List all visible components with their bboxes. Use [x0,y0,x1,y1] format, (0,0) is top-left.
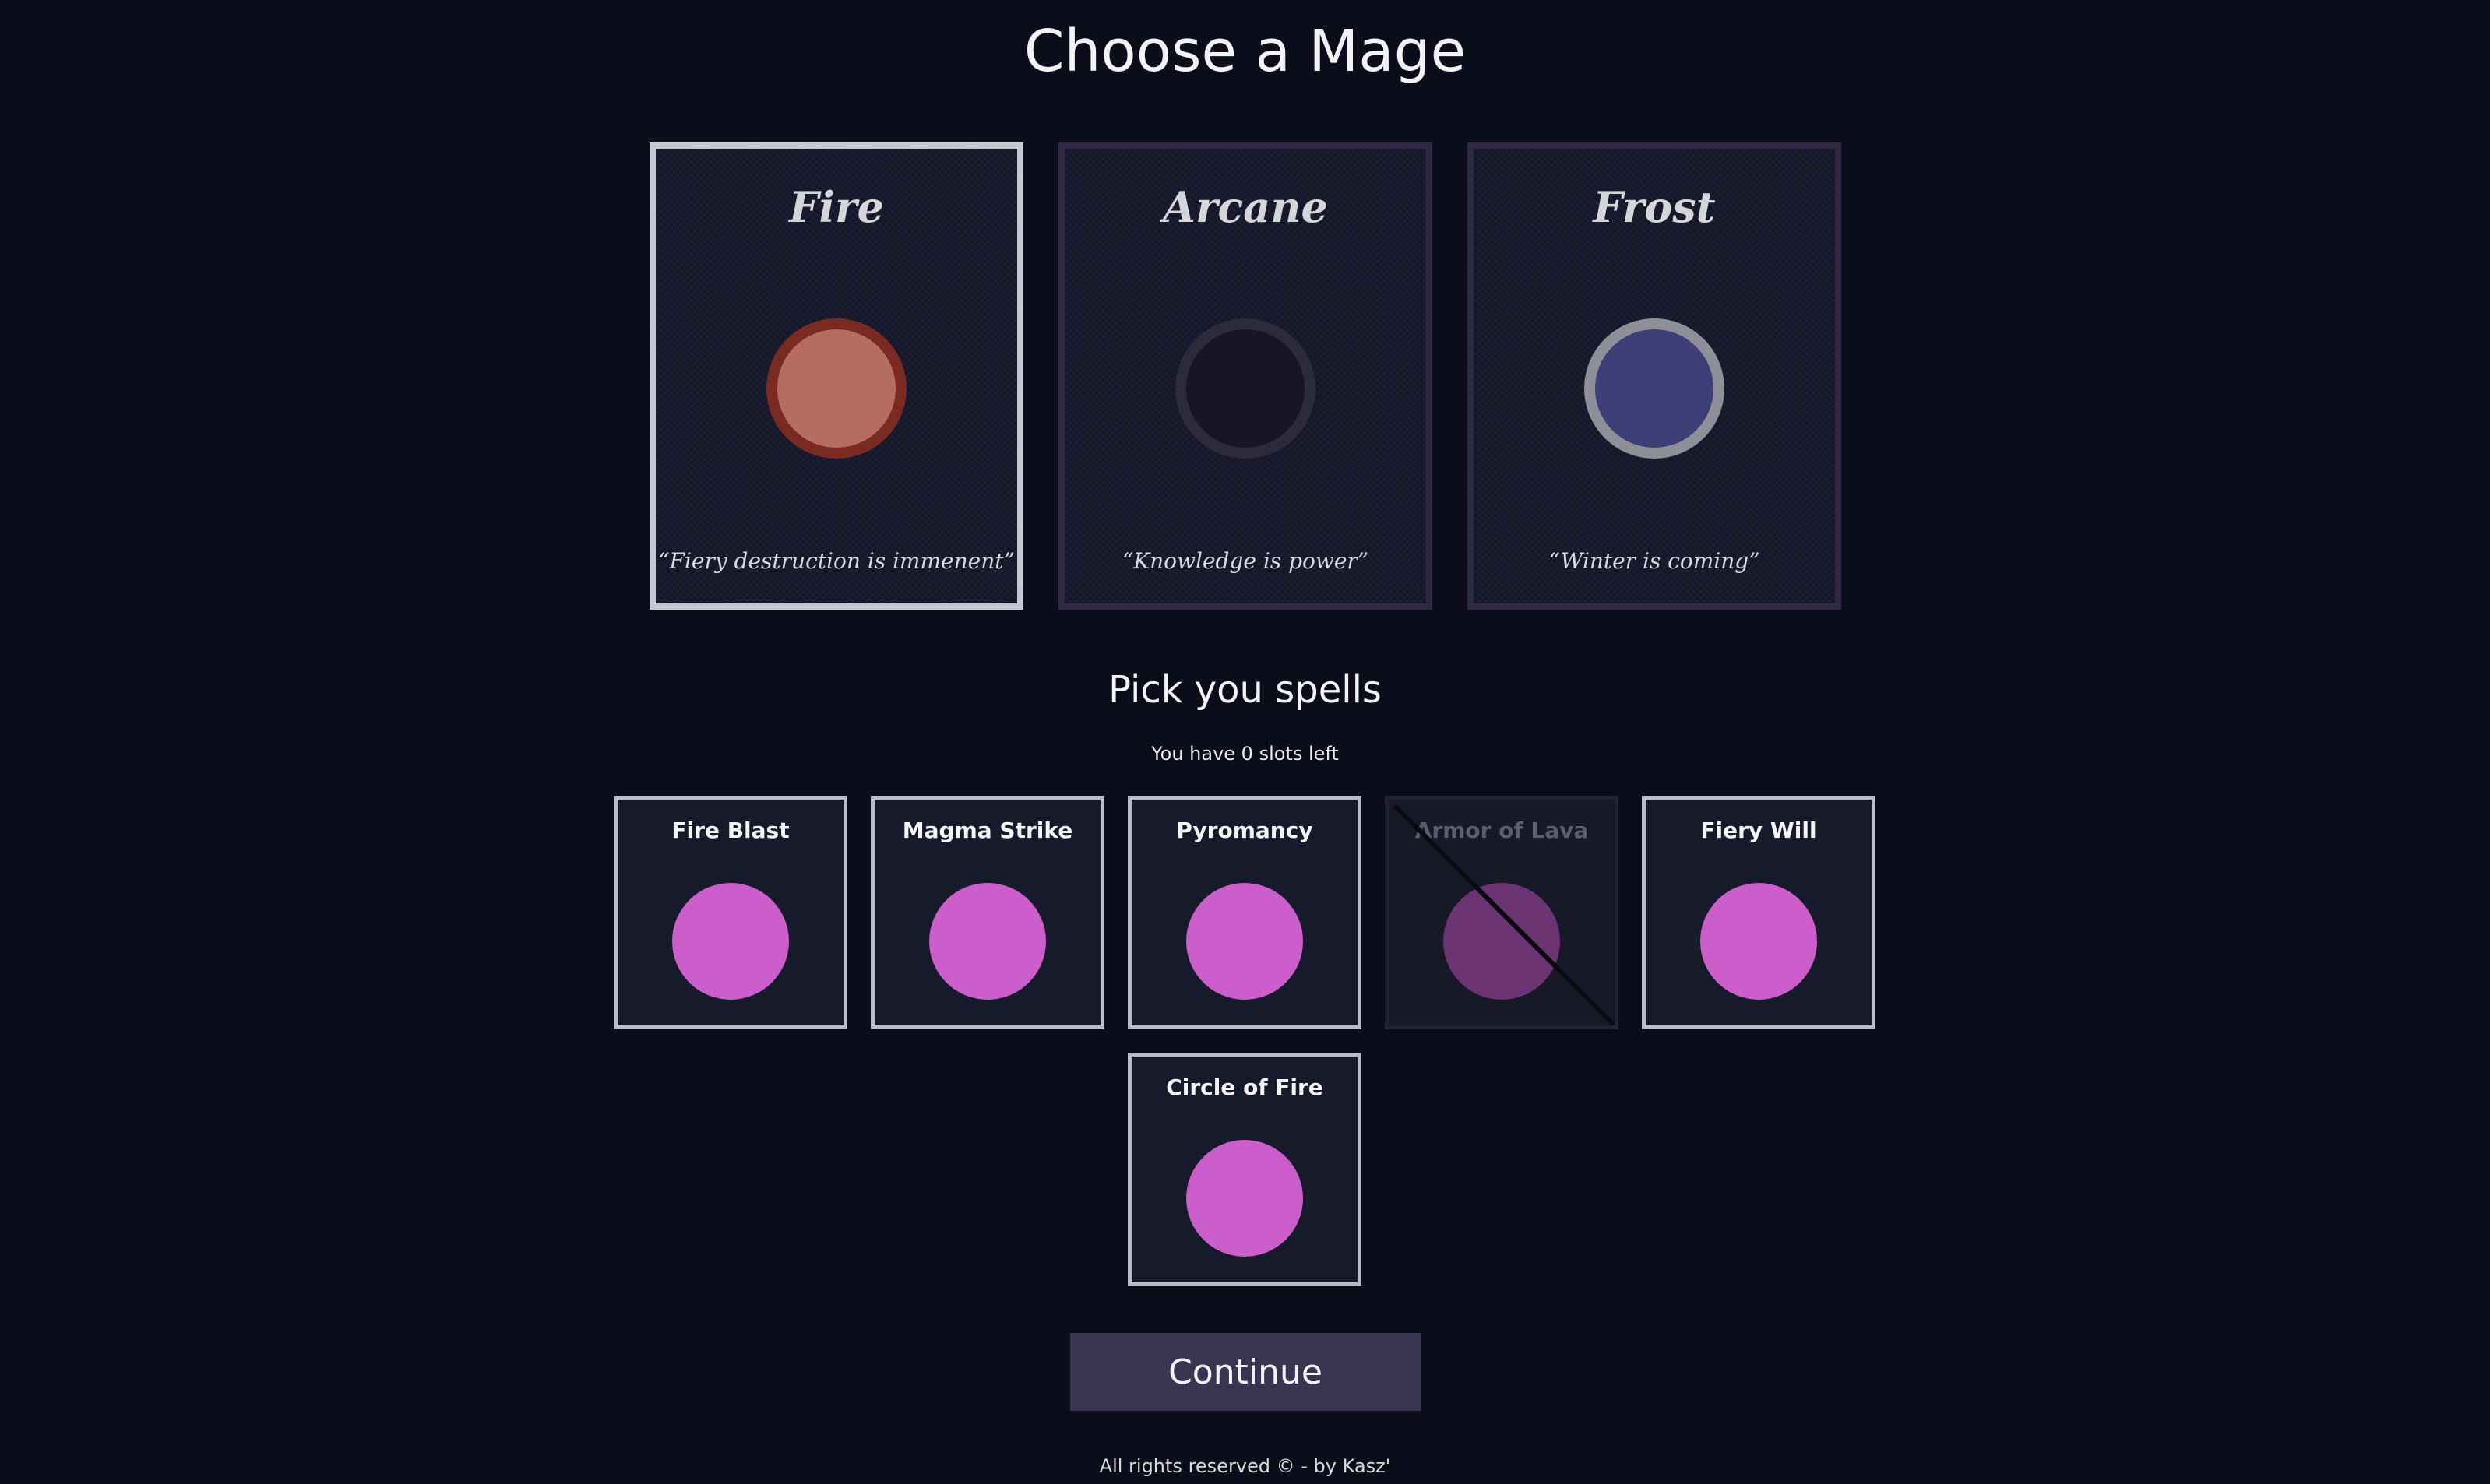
spell-name: Fiery Will [1700,818,1817,843]
spell-card-pyromancy[interactable]: Pyromancy [1128,796,1361,1029]
footer-text: All rights reserved © - by Kasz' [1099,1455,1391,1477]
mage-card-frost[interactable]: Frost “Winter is coming” [1467,142,1841,610]
spell-card-magma-strike[interactable]: Magma Strike [871,796,1104,1029]
mage-name: Frost [1593,182,1716,232]
mage-card-fire[interactable]: Fire “Fiery destruction is immenent” [650,142,1023,610]
spell-orb-icon [672,883,789,1000]
mage-quote: “Knowledge is power” [1122,548,1369,574]
spell-orb-icon [1186,1140,1303,1257]
spell-orb-icon [1700,883,1817,1000]
unavailable-strike-icon [1393,804,1615,1025]
spells-section-title: Pick you spells [1108,668,1382,712]
spell-name: Magma Strike [902,818,1073,843]
mage-selection-screen: Choose a Mage Fire “Fiery destruction is… [0,0,2490,1484]
spell-orb-icon [929,883,1046,1000]
spell-card-fire-blast[interactable]: Fire Blast [614,796,847,1029]
fire-orb-icon [766,318,907,459]
spell-orb-icon [1186,883,1303,1000]
continue-button[interactable]: Continue [1070,1333,1421,1411]
spell-card-fiery-will[interactable]: Fiery Will [1642,796,1875,1029]
slots-remaining-text: You have 0 slots left [1151,743,1339,765]
mage-quote: “Fiery destruction is immenent” [658,548,1015,574]
mage-quote: “Winter is coming” [1548,548,1760,574]
spell-card-armor-of-lava: Armor of Lava [1385,796,1618,1029]
mage-card-arcane[interactable]: Arcane “Knowledge is power” [1058,142,1432,610]
spell-name: Pyromancy [1176,818,1313,843]
spell-card-circle-of-fire[interactable]: Circle of Fire [1128,1053,1361,1286]
mage-name: Fire [789,182,884,232]
mage-name: Arcane [1163,182,1328,232]
spell-name: Fire Blast [671,818,790,843]
page-title: Choose a Mage [1023,18,1467,85]
spell-name: Circle of Fire [1166,1074,1323,1100]
frost-orb-icon [1584,318,1724,459]
arcane-orb-icon [1175,318,1315,459]
